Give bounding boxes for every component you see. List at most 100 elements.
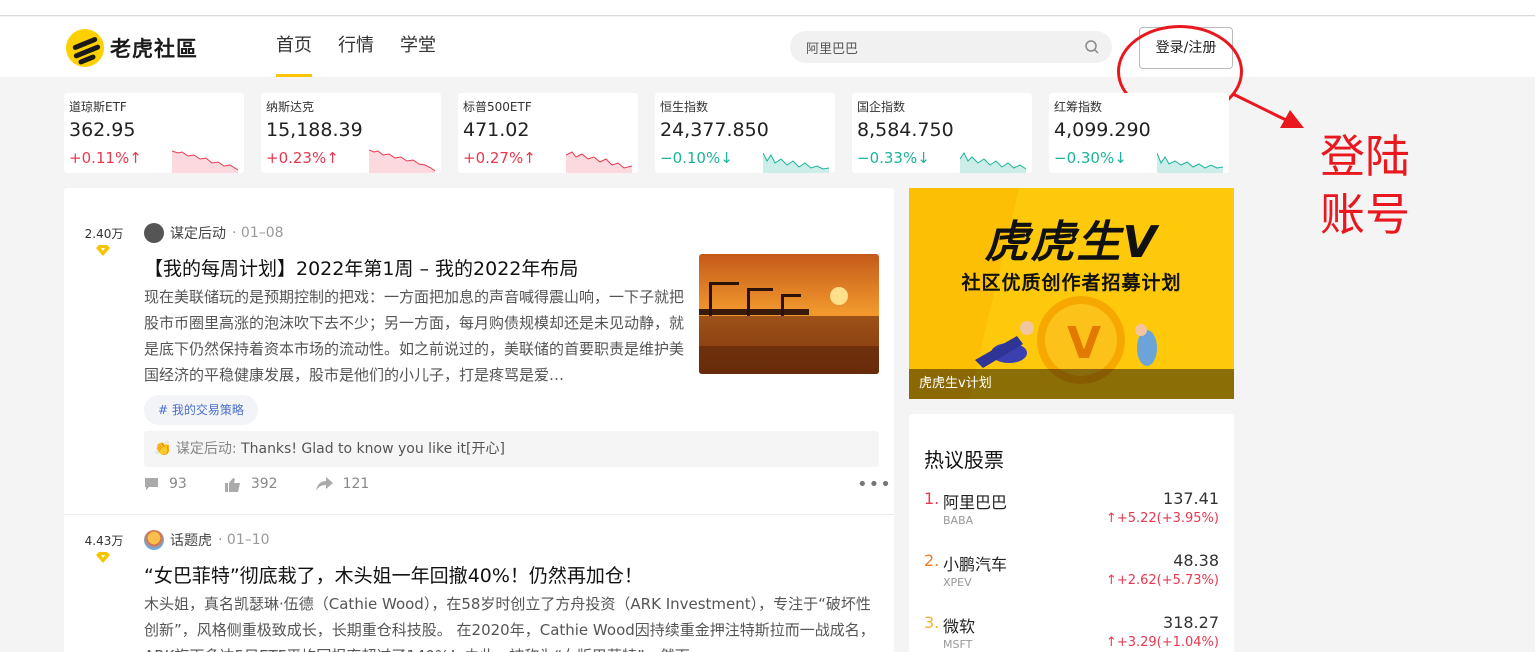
ticker-change: −0.10%↓ — [660, 149, 733, 167]
annotation-line-1: 登陆 — [1320, 130, 1411, 183]
stock-price: 137.41 — [1163, 489, 1219, 508]
comment-icon — [145, 478, 158, 490]
ticker-name: 恒生指数 — [660, 100, 709, 114]
ticker-name: 纳斯达克 — [266, 100, 315, 114]
ticker-change: +0.23%↑ — [266, 149, 339, 167]
topic-tag[interactable]: # 我的交易策略 — [144, 395, 258, 425]
hot-stock-row[interactable]: 1. 阿里巴巴 BABA 137.41 ↑+5.22(+3.95%) — [924, 489, 1219, 539]
stock-symbol: MSFT — [943, 638, 973, 651]
annotation-text: 登陆 账号 — [1320, 128, 1410, 244]
featured-reply[interactable]: 👏 谋定后动: Thanks! Glad to know you like it… — [144, 431, 879, 467]
stock-rank: 1. — [924, 489, 940, 508]
ticker-change: +0.11%↑ — [69, 149, 142, 167]
stock-symbol: XPEV — [943, 576, 972, 589]
post-excerpt[interactable]: 木头姐，真名凯瑟琳·伍德（Cathie Wood），在58岁时创立了方舟投资（A… — [144, 591, 884, 652]
sparkline-icon — [172, 150, 238, 173]
banner-subheadline: 社区优质创作者招募计划 — [961, 272, 1182, 294]
post-divider — [64, 514, 894, 515]
ticker-price: 15,188.39 — [266, 119, 363, 141]
top-border — [0, 0, 1535, 16]
ticker-price: 24,377.850 — [660, 119, 769, 141]
ticker-card[interactable]: 红筹指数 4,099.290 −0.30%↓ — [1049, 93, 1229, 173]
search-icon[interactable] — [1084, 39, 1100, 55]
annotation-arrow — [1232, 92, 1304, 128]
sparkline-icon — [566, 151, 632, 173]
ticker-card[interactable]: 纳斯达克 15,188.39 +0.23%↑ — [261, 93, 441, 173]
stock-symbol: BABA — [943, 514, 974, 527]
sparkline-icon — [369, 149, 435, 173]
nav-home[interactable]: 首页 — [276, 17, 312, 77]
ticker-name: 红筹指数 — [1054, 100, 1103, 114]
clap-icon: 👏 — [154, 441, 172, 457]
post-thumbnail[interactable] — [699, 254, 879, 374]
ticker-change: +0.27%↑ — [463, 149, 536, 167]
nav-market[interactable]: 行情 — [338, 17, 374, 77]
sparkline-icon — [1157, 152, 1223, 173]
post-author[interactable]: 话题虎 · 01–10 — [144, 530, 270, 550]
search-input[interactable] — [806, 31, 1076, 63]
stock-rank: 3. — [924, 613, 940, 632]
more-options-icon[interactable]: ••• — [857, 476, 892, 494]
share-button[interactable]: 121 — [315, 476, 370, 492]
post-actions: 93 392 121 — [144, 476, 407, 492]
ticker-price: 8,584.750 — [857, 119, 954, 141]
post-title[interactable]: “女巴菲特”彻底栽了，木头姐一年回撤40%！仍然再加仓！ — [144, 561, 643, 588]
ticker-change: −0.33%↓ — [857, 149, 930, 167]
ticker-price: 471.02 — [463, 119, 530, 141]
logo-text: 老虎社區 — [110, 37, 198, 61]
tiger-logo-icon — [66, 29, 104, 67]
ticker-price: 4,099.290 — [1054, 119, 1151, 141]
reply-text: Thanks! Glad to know you like it[开心] — [236, 441, 505, 457]
stock-change: ↑+5.22(+3.95%) — [1105, 511, 1219, 526]
hot-stocks-panel: 热议股票 1. 阿里巴巴 BABA 137.41 ↑+5.22(+3.95%) … — [909, 414, 1234, 652]
share-count: 121 — [342, 476, 370, 492]
comment-count: 93 — [169, 476, 187, 492]
annotation-line-2: 账号 — [1320, 188, 1411, 241]
hot-stock-row[interactable]: 3. 微软 MSFT 318.27 ↑+3.29(+1.04%) — [924, 613, 1219, 652]
diamond-icon — [96, 552, 110, 563]
ticker-name: 国企指数 — [857, 100, 906, 114]
logo[interactable]: 老虎社區 — [66, 29, 198, 67]
ticker-card[interactable]: 道琼斯ETF 362.95 +0.11%↑ — [64, 93, 244, 173]
stock-name: 微软 — [943, 617, 976, 636]
stock-change: ↑+3.29(+1.04%) — [1105, 635, 1219, 650]
ticker-card[interactable]: 标普500ETF 471.02 +0.27%↑ — [458, 93, 638, 173]
banner-headline: 虎虎生V — [984, 217, 1159, 268]
post-date: 01–10 — [226, 532, 270, 548]
hot-stocks-title: 热议股票 — [924, 448, 1004, 472]
author-name: 话题虎 — [170, 533, 212, 549]
like-button[interactable]: 392 — [224, 476, 278, 492]
stock-rank: 2. — [924, 551, 940, 570]
ticker-card[interactable]: 国企指数 8,584.750 −0.33%↓ — [852, 93, 1032, 173]
stock-price: 48.38 — [1173, 551, 1219, 570]
thumbs-up-icon — [224, 477, 240, 492]
sparkline-icon — [763, 152, 829, 173]
sparkline-icon — [960, 152, 1026, 173]
creator-program-banner[interactable]: V 虎虎生V 社区优质创作者招募计划 虎虎生v计划 — [909, 188, 1234, 399]
ticker-name: 标普500ETF — [463, 100, 532, 114]
reply-author: 谋定后动: — [175, 441, 237, 457]
avatar — [144, 530, 164, 550]
stock-change: ↑+2.62(+5.73%) — [1105, 573, 1219, 588]
post-author[interactable]: 谋定后动 · 01–08 — [144, 223, 284, 243]
post-feed: 2.40万 谋定后动 · 01–08 【我的每周计划】2022年第1周 – 我的… — [64, 188, 894, 652]
share-icon — [315, 477, 333, 491]
post-excerpt[interactable]: 现在美联储玩的是预期控制的把戏：一方面把加息的声音喊得震山响，一下子就把股市币圈… — [144, 284, 687, 388]
search-box — [790, 31, 1112, 63]
main-nav: 首页 行情 学堂 — [276, 17, 462, 77]
stock-price: 318.27 — [1163, 613, 1219, 632]
ticker-card[interactable]: 恒生指数 24,377.850 −0.10%↓ — [655, 93, 835, 173]
avatar — [144, 223, 164, 243]
like-count: 392 — [250, 476, 278, 492]
stock-name: 阿里巴巴 — [943, 493, 1008, 512]
diamond-icon — [96, 245, 110, 256]
nav-academy[interactable]: 学堂 — [400, 17, 436, 77]
view-count: 2.40万 — [84, 227, 124, 241]
ticker-name: 道琼斯ETF — [69, 100, 127, 114]
comment-button[interactable]: 93 — [144, 476, 187, 492]
svg-text:V: V — [1067, 318, 1101, 369]
login-register-button[interactable]: 登录/注册 — [1139, 27, 1233, 69]
post-title[interactable]: 【我的每周计划】2022年第1周 – 我的2022年布局 — [144, 254, 578, 281]
hot-stock-row[interactable]: 2. 小鹏汽车 XPEV 48.38 ↑+2.62(+5.73%) — [924, 551, 1219, 601]
banner-caption: 虎虎生v计划 — [909, 369, 1234, 399]
